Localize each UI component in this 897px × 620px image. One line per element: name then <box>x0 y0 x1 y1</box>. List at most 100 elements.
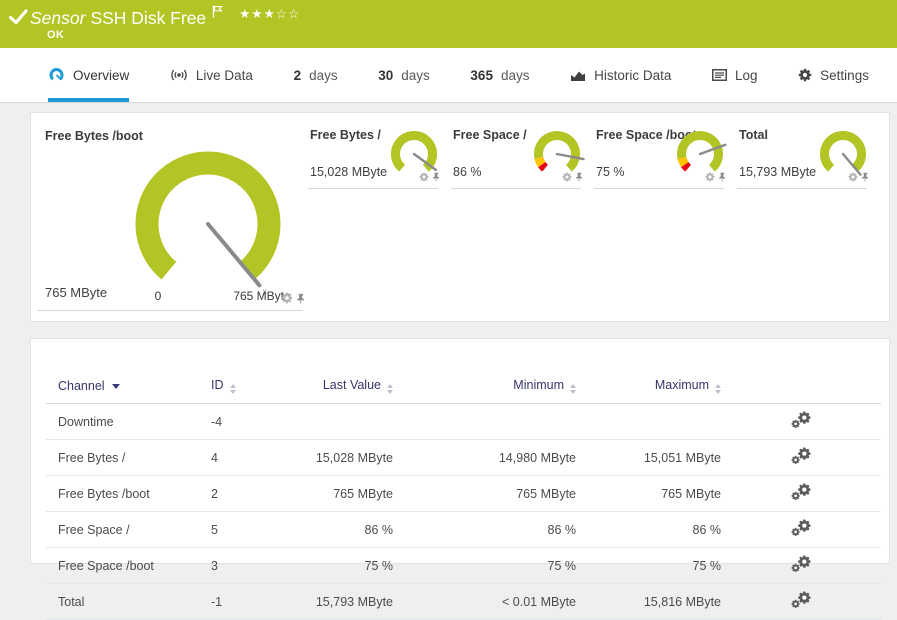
last-value-cell: 765 MByte <box>303 475 393 512</box>
last-value-cell <box>303 403 393 440</box>
table-row: Downtime -4 <box>46 403 881 440</box>
gauge-gear-icon[interactable] <box>705 169 715 187</box>
id-cell: 5 <box>211 511 303 548</box>
settings-cell <box>721 475 881 512</box>
settings-cell <box>721 547 881 584</box>
tab-label: days <box>309 67 338 83</box>
gauge-value: 765 MByte <box>45 285 108 300</box>
ok-check-icon <box>9 9 28 25</box>
tab-label: days <box>500 67 530 83</box>
tab-overview[interactable]: Overview <box>48 48 130 102</box>
channel-settings-gears-icon[interactable] <box>791 411 812 432</box>
channel-cell: Free Space / <box>46 511 211 548</box>
channel-settings-gears-icon[interactable] <box>791 519 812 540</box>
last-value-cell: 75 % <box>303 547 393 584</box>
settings-cell <box>721 403 881 440</box>
gauge-free-space-boot: Free Space /boot 75 % <box>594 124 727 189</box>
minimum-cell: 14,980 MByte <box>393 439 576 476</box>
channel-cell: Total <box>46 583 211 620</box>
table-row: Total -1 15,793 MByte < 0.01 MByte 15,816 MB… <box>46 583 881 620</box>
sensor-name: SSH Disk Free <box>90 8 207 28</box>
tab-log[interactable]: Log <box>712 48 758 102</box>
id-cell: 4 <box>211 439 303 476</box>
gauge-value: 15,028 MByte <box>310 165 388 179</box>
gauge-min-label: 0 <box>155 289 162 303</box>
maximum-cell <box>576 403 721 440</box>
gauge-pin-icon[interactable] <box>432 169 440 187</box>
gauge-gear-icon[interactable] <box>281 291 293 309</box>
gauge-gear-icon[interactable] <box>562 169 572 187</box>
last-value-cell: 15,793 MByte <box>303 583 393 620</box>
gauge-free-bytes-root: Free Bytes /15,028 MByte <box>308 124 440 189</box>
tab-number: 365 <box>470 67 493 83</box>
channel-settings-gears-icon[interactable] <box>791 555 812 576</box>
tab-settings[interactable]: Settings <box>798 48 869 102</box>
table-row: Free Space /boot 3 75 % 75 % 75 % <box>46 547 881 584</box>
sort-icon <box>715 384 721 394</box>
channel-cell: Downtime <box>46 403 211 440</box>
sort-desc-icon <box>111 384 120 389</box>
minimum-cell: 765 MByte <box>393 475 576 512</box>
gauge-icon <box>49 68 64 81</box>
gauge-pin-icon[interactable] <box>861 169 869 187</box>
gear-icon <box>798 68 812 82</box>
column-header-id[interactable]: ID <box>211 370 303 404</box>
channel-settings-gears-icon[interactable] <box>791 483 812 504</box>
tab-365-days[interactable]: 365 days <box>470 48 529 102</box>
status-badge: OK <box>47 29 65 41</box>
tab-label: days <box>401 67 430 83</box>
column-header-last-value[interactable]: Last Value <box>303 370 393 404</box>
column-header-maximum[interactable]: Maximum <box>576 370 721 404</box>
minimum-cell: 86 % <box>393 511 576 548</box>
settings-cell <box>721 511 881 548</box>
last-value-cell: 15,028 MByte <box>303 439 393 476</box>
column-header-actions <box>721 370 881 404</box>
tab-label: Log <box>735 67 758 83</box>
gauge-free-space-root: Free Space /86 % <box>451 124 585 189</box>
gauge-pin-icon[interactable] <box>296 291 305 309</box>
flag-icon[interactable] <box>212 5 223 18</box>
maximum-cell: 15,816 MByte <box>576 583 721 620</box>
page-title: Sensor SSH Disk Free ★★★☆☆ <box>30 5 300 29</box>
tab-number: 30 <box>378 67 394 83</box>
channel-cell: Free Space /boot <box>46 547 211 584</box>
tab-historic-data[interactable]: Historic Data <box>570 48 671 102</box>
sort-icon <box>387 384 393 394</box>
maximum-cell: 86 % <box>576 511 721 548</box>
minimum-cell: < 0.01 MByte <box>393 583 576 620</box>
tab-30-days[interactable]: 30 days <box>378 48 430 102</box>
gauges-panel: Free Bytes /boot x 0 765 MByte 765 MByte Free… <box>30 112 890 322</box>
column-header-minimum[interactable]: Minimum <box>393 370 576 404</box>
tab-label: Settings <box>820 67 869 83</box>
maximum-cell: 15,051 MByte <box>576 439 721 476</box>
gauge-value: 15,793 MByte <box>739 165 817 179</box>
gauge-pin-icon[interactable] <box>575 169 583 187</box>
gauge-free-bytes-boot: Free Bytes /boot x 0 765 MByte 765 MByte <box>37 120 305 311</box>
channel-settings-gears-icon[interactable] <box>791 591 812 612</box>
sort-icon <box>229 384 236 394</box>
channel-settings-gears-icon[interactable] <box>791 447 812 468</box>
gauge-gear-icon[interactable] <box>419 169 429 187</box>
maximum-cell: 75 % <box>576 547 721 584</box>
gauge-dial: x0 765 MByte <box>135 151 291 303</box>
gauge-total: Total 15,793 MByte <box>737 124 869 189</box>
table-row: Free Bytes /boot 2 765 MByte 765 MByte 765 M… <box>46 475 881 512</box>
priority-stars[interactable]: ★★★☆☆ <box>239 6 300 21</box>
broadcast-icon <box>171 69 187 81</box>
settings-cell <box>721 439 881 476</box>
gauge-value: 86 % <box>453 165 482 179</box>
column-header-channel[interactable]: Channel <box>46 370 211 404</box>
id-cell: -4 <box>211 403 303 440</box>
minimum-cell: 75 % <box>393 547 576 584</box>
gauge-pin-icon[interactable] <box>718 169 726 187</box>
last-value-cell: 86 % <box>303 511 393 548</box>
tab-live-data[interactable]: Live Data <box>170 48 253 102</box>
channel-table-panel: Channel ID Last Value Minimum Maximum Downti… <box>30 338 890 620</box>
tab-2-days[interactable]: 2 days <box>294 48 338 102</box>
tab-label: Live Data <box>195 67 253 83</box>
log-list-icon <box>712 69 728 81</box>
area-chart-icon <box>571 71 586 81</box>
sort-icon <box>570 384 576 394</box>
gauge-gear-icon[interactable] <box>848 169 858 187</box>
id-cell: -1 <box>211 583 303 620</box>
